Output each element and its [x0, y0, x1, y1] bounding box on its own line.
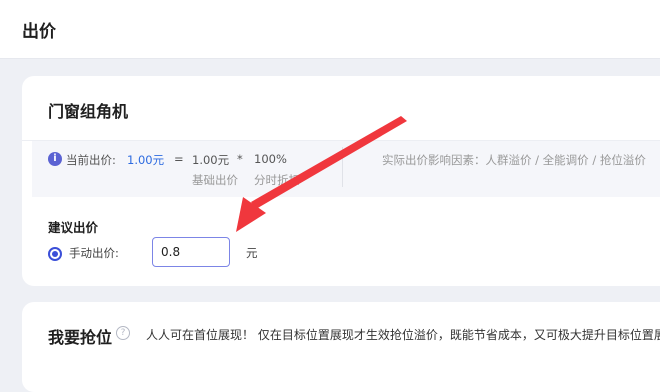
grab-position-title: 我要抢位	[48, 328, 113, 347]
info-icon: i	[48, 152, 62, 166]
time-discount-value: 100%	[254, 152, 287, 166]
bid-factors-text: 实际出价影响因素：人群溢价 / 全能调价 / 抢位溢价	[382, 153, 646, 167]
bid-card: 门窗组角机 i 当前出价: 1.00元 = 1.00元 * 100% 基础出价 …	[22, 76, 660, 286]
suggested-bid-title: 建议出价	[48, 220, 99, 235]
bid-unit-label: 元	[246, 246, 258, 260]
manual-bid-label: 手动出价:	[69, 246, 119, 260]
equals-sign: =	[174, 152, 184, 166]
current-bid-value: 1.00元	[127, 153, 165, 167]
base-bid-value: 1.00元	[192, 153, 230, 167]
vertical-divider	[342, 147, 343, 187]
current-bid-panel: i 当前出价: 1.00元 = 1.00元 * 100% 基础出价 分时折扣 实…	[32, 141, 660, 197]
grab-position-card: 我要抢位 ? 人人可在首位展现！ 仅在目标位置展现才生效抢位溢价，既能节省成本，…	[22, 302, 660, 392]
base-bid-label: 基础出价	[192, 173, 238, 187]
grab-position-description: 人人可在首位展现！ 仅在目标位置展现才生效抢位溢价，既能节省成本，又可极大提升目…	[146, 328, 660, 342]
product-title: 门窗组角机	[48, 102, 129, 121]
manual-bid-radio[interactable]	[48, 247, 62, 261]
page-title: 出价	[22, 22, 56, 42]
time-discount-label: 分时折扣	[254, 173, 300, 187]
manual-bid-input[interactable]	[152, 237, 230, 267]
help-icon[interactable]: ?	[116, 326, 130, 340]
multiply-sign: *	[237, 152, 243, 166]
current-bid-label: 当前出价:	[66, 153, 116, 167]
page-header: 出价	[0, 0, 660, 59]
